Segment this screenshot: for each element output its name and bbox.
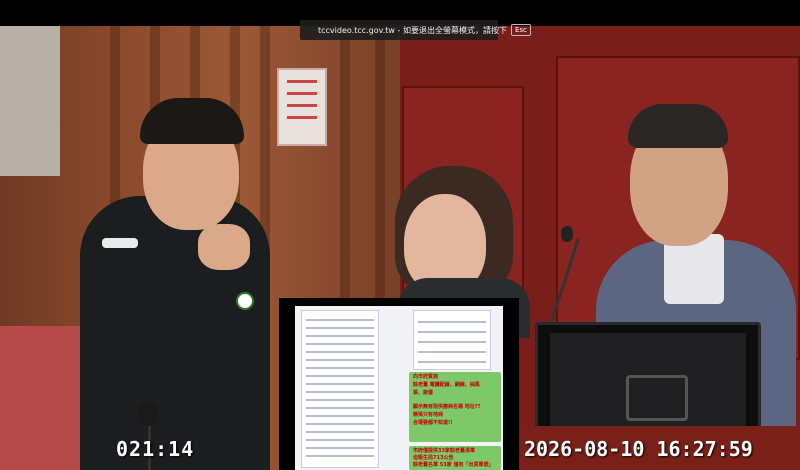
microphone-icon <box>561 226 573 242</box>
document-note-9: 餘老舊名單 53家 僅有「出貨單號」 <box>413 462 494 468</box>
wall-slat <box>375 26 385 326</box>
document-note-2: 餘老舊 電纜配線、網線、抽風 <box>413 382 480 388</box>
background-floor <box>0 326 90 470</box>
document-overlay: 向市府質詢 餘老舊 電纜配線、網線、抽風 菜、廚僮 顯示無有限供應商名稱 地址?… <box>279 298 519 470</box>
document-table-left <box>301 310 379 468</box>
document-table-right <box>413 310 491 370</box>
fullscreen-notice: tccvideo.tcc.gov.tw - 如要退出全螢幕模式，請按下 Esc <box>300 20 531 40</box>
wall-slat <box>340 26 350 326</box>
document-note-7: 市府僅提供33家餘老舊清單 <box>413 448 475 454</box>
background-window <box>0 26 60 176</box>
recording-datetime: 2026-08-10 16:27:59 <box>524 437 753 461</box>
video-player[interactable]: 向市府質詢 餘老舊 電纜配線、網線、抽風 菜、廚僮 顯示無有限供應商名稱 地址?… <box>0 26 800 470</box>
laptop-screen <box>535 322 761 440</box>
document-note-3: 菜、廚僮 <box>413 390 434 396</box>
jacket-patch <box>102 238 138 248</box>
document-note-4: 顯示無有限供應商名稱 地址?? <box>413 404 481 410</box>
wall-poster <box>277 68 327 146</box>
elapsed-time: 021:14 <box>116 437 195 461</box>
document-note-6: 合場要都不知道!! <box>413 420 453 426</box>
monitor-bracket <box>626 375 688 421</box>
party-badge-icon <box>236 292 254 310</box>
fullscreen-notice-text: tccvideo.tcc.gov.tw - 如要退出全螢幕模式，請按下 <box>318 25 507 35</box>
document-note-8: 但衛生局713公告 <box>413 455 454 461</box>
microphone-left-icon <box>138 402 158 426</box>
document-note-5: 懸殊只有地商 <box>413 412 444 418</box>
document-page: 向市府質詢 餘老舊 電纜配線、網線、抽風 菜、廚僮 顯示無有限供應商名稱 地址?… <box>295 306 503 470</box>
document-note-1: 向市府質詢 <box>413 374 439 380</box>
esc-key-badge: Esc <box>510 24 531 36</box>
